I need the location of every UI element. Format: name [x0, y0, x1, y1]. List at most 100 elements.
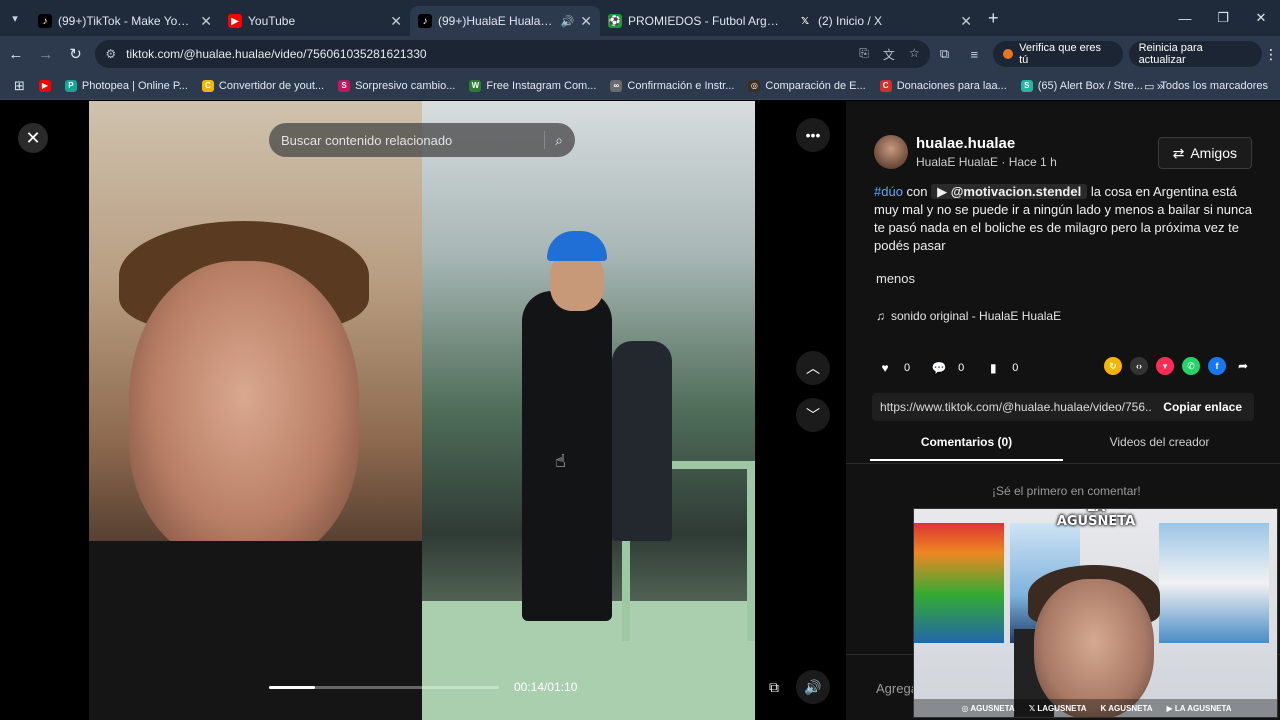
- streamer-webcam-overlay: LA AGUSNETA ◎ AGUSNETA 𝕏 LAGUSNETA K AGU…: [913, 508, 1278, 718]
- tab-title: (99+)TikTok - Make Your Day: [58, 14, 194, 28]
- bookmark-item[interactable]: ∞ Confirmación e Instr...: [604, 79, 740, 92]
- x-icon: 𝕏: [800, 15, 810, 27]
- add-comment-input[interactable]: Agrega: [876, 681, 918, 696]
- bookmark-icon: ▮: [989, 361, 997, 375]
- like-button[interactable]: ♥ 0: [874, 357, 910, 379]
- site-info-icon[interactable]: ⚙: [105, 47, 116, 61]
- bookmark-item[interactable]: ◎ Comparación de E...: [742, 79, 871, 92]
- bookmark-item[interactable]: W Free Instagram Com...: [463, 79, 602, 92]
- restart-to-update-button[interactable]: Reinicia para actualizar: [1128, 41, 1263, 67]
- bookmark-item[interactable]: C Convertidor de yout...: [196, 79, 330, 92]
- video-player[interactable]: Buscar contenido relacionado ⌕ ☝ 00:14/0…: [89, 101, 755, 720]
- extensions-icon[interactable]: ⧉: [930, 46, 960, 62]
- bookmark-item[interactable]: C Donaciones para laa...: [874, 79, 1013, 92]
- browser-toolbar: ← → ↻ ⚙ tiktok.com/@hualae.hualae/video/…: [0, 36, 1280, 72]
- browser-tab-tiktok[interactable]: ♪ (99+)TikTok - Make Your Day ✕: [30, 6, 220, 36]
- apps-grid-icon[interactable]: ⊞: [8, 78, 31, 94]
- facebook-icon[interactable]: f: [1208, 357, 1226, 375]
- browser-tab-youtube[interactable]: ▶ YouTube ✕: [220, 6, 410, 36]
- install-app-icon[interactable]: ⎘: [859, 46, 869, 63]
- browser-menu-icon[interactable]: ⋮: [1262, 46, 1280, 63]
- copy-link-button[interactable]: Copiar enlace: [1151, 400, 1254, 414]
- news-icon: S: [338, 79, 351, 92]
- save-button[interactable]: ▮ 0: [982, 357, 1018, 379]
- author-username[interactable]: hualae.hualae: [916, 135, 1057, 152]
- bookmark-youtube[interactable]: ▶: [33, 79, 57, 92]
- tab-comments[interactable]: Comentarios (0): [870, 435, 1063, 461]
- bookmark-item[interactable]: S Sorpresivo cambio...: [332, 79, 461, 92]
- mention-link[interactable]: ▶ @motivacion.stendel: [931, 184, 1088, 199]
- bookmark-star-icon[interactable]: ☆: [909, 46, 920, 63]
- close-tab-icon[interactable]: ✕: [390, 13, 402, 30]
- search-icon[interactable]: ⌕: [555, 132, 563, 149]
- verify-profile-button[interactable]: Verifica que eres tú: [993, 41, 1123, 67]
- url-text[interactable]: tiktok.com/@hualae.hualae/video/75606103…: [126, 47, 849, 61]
- save-count: 0: [1012, 362, 1019, 374]
- youtube-handle: ▶ LA AGUSNETA: [1166, 703, 1232, 713]
- translate-icon[interactable]: 文: [883, 46, 895, 63]
- reload-icon[interactable]: ↻: [62, 40, 90, 68]
- wall-poster: [1159, 523, 1269, 643]
- close-video-button[interactable]: ✕: [18, 123, 48, 153]
- repost-icon[interactable]: ↻: [1104, 357, 1122, 375]
- browser-tab-bar: ▾ ♪ (99+)TikTok - Make Your Day ✕ ▶ YouT…: [0, 0, 1280, 36]
- bookmark-item[interactable]: P Photopea | Online P...: [59, 79, 194, 92]
- bookmark-label: Comparación de E...: [765, 79, 866, 92]
- tab-creator-videos[interactable]: Videos del creador: [1063, 435, 1256, 461]
- browser-tab-hualae[interactable]: ♪ (99+)HualaE HualaE (@hual 🔊 ✕: [410, 6, 600, 36]
- more-options-icon[interactable]: •••: [796, 118, 830, 152]
- handle-text: AGUSNETA: [970, 703, 1015, 713]
- person-shape: [612, 341, 672, 541]
- volume-icon[interactable]: 🔊: [796, 670, 830, 704]
- browser-tab-promiedos[interactable]: ⚽ PROMIEDOS - Futbol Argentino: [600, 6, 790, 36]
- share-more-icon[interactable]: ➦: [1234, 357, 1252, 375]
- floating-player-icon[interactable]: ⧉: [757, 670, 791, 704]
- audio-playing-icon[interactable]: 🔊: [561, 15, 575, 28]
- related-search-box[interactable]: Buscar contenido relacionado ⌕: [269, 123, 575, 157]
- author-info[interactable]: hualae.hualae HualaE HualaE · Hace 1 h: [874, 135, 1057, 169]
- share-link-text[interactable]: https://www.tiktok.com/@hualae.hualae/vi…: [880, 400, 1151, 414]
- new-tab-button[interactable]: +: [988, 8, 999, 29]
- tab-title: (2) Inicio / X: [818, 14, 883, 28]
- comment-icon: 💬: [931, 361, 947, 375]
- minimize-icon[interactable]: —: [1166, 0, 1204, 36]
- all-bookmarks-button[interactable]: ▭ Todos los marcadores: [1144, 72, 1268, 100]
- hashtag-link[interactable]: #dúo: [874, 184, 903, 199]
- panel-tabs: Comentarios (0) Videos del creador: [870, 435, 1256, 461]
- close-tab-icon[interactable]: ✕: [200, 13, 212, 30]
- donation-icon: C: [879, 79, 892, 92]
- send-icon[interactable]: ▾: [1156, 357, 1174, 375]
- bookmark-label: Donaciones para laa...: [896, 79, 1007, 92]
- tiktok-video-page: ✕ Buscar contenido relacionado ⌕ ☝ 00:14…: [0, 101, 1280, 720]
- restore-icon[interactable]: ❐: [1204, 0, 1242, 36]
- bookmark-label: Confirmación e Instr...: [627, 79, 735, 92]
- comment-button[interactable]: 💬 0: [928, 357, 965, 379]
- author-subline: HualaE HualaE · Hace 1 h: [916, 155, 1057, 169]
- whatsapp-icon[interactable]: ✆: [1182, 357, 1200, 375]
- forward-icon[interactable]: →: [32, 40, 60, 68]
- browser-tab-x[interactable]: 𝕏 (2) Inicio / X ✕: [790, 6, 980, 36]
- show-less-link[interactable]: menos: [876, 271, 915, 286]
- bookmark-label: Photopea | Online P...: [81, 79, 188, 92]
- video-progress-fill: [269, 686, 315, 689]
- back-icon[interactable]: ←: [2, 40, 30, 68]
- close-window-icon[interactable]: ✕: [1242, 0, 1280, 36]
- embed-icon[interactable]: ‹›: [1130, 357, 1148, 375]
- previous-video-icon[interactable]: ︿: [796, 351, 830, 385]
- profile-warning-icon: [1003, 49, 1014, 59]
- sound-link[interactable]: ♫ sonido original - HualaE HualaE: [876, 309, 1061, 323]
- next-video-icon[interactable]: ﹀: [796, 398, 830, 432]
- friends-button[interactable]: ⇄ Amigos: [1157, 137, 1252, 169]
- address-bar[interactable]: ⚙ tiktok.com/@hualae.hualae/video/756061…: [95, 40, 930, 68]
- kick-handle: K AGUSNETA: [1100, 703, 1153, 713]
- bookmark-item[interactable]: S (65) Alert Box / Stre...: [1015, 79, 1149, 92]
- tab-search-button[interactable]: ▾: [0, 0, 30, 36]
- close-tab-icon[interactable]: ✕: [960, 13, 972, 30]
- handle-text: LAGUSNETA: [1037, 703, 1087, 713]
- video-progress-bar[interactable]: [269, 686, 499, 689]
- close-tab-icon[interactable]: ✕: [580, 13, 592, 30]
- avatar[interactable]: [874, 135, 908, 169]
- media-controls-icon[interactable]: ≡: [959, 47, 989, 62]
- related-search-placeholder[interactable]: Buscar contenido relacionado: [281, 133, 544, 148]
- swap-icon: ⇄: [1172, 144, 1185, 161]
